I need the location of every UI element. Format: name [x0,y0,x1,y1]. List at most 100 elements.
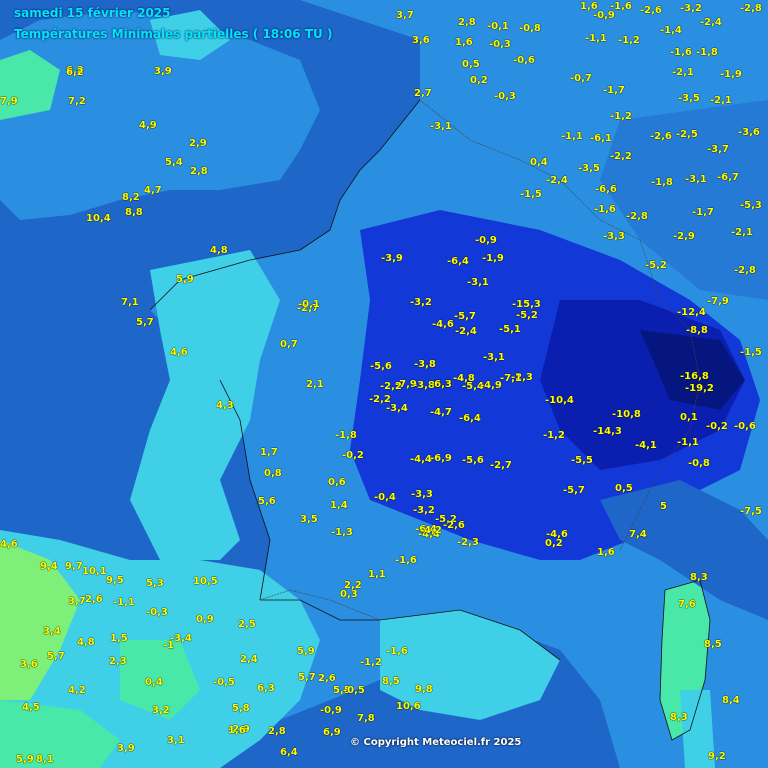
station-temperature: 4,9 [139,120,157,131]
station-temperature: -6,9 [430,453,452,464]
station-temperature: 2,7 [414,88,432,99]
station-temperature: 0,3 [340,589,358,600]
station-temperature: 2,6 [318,673,336,684]
station-temperature: -2,4 [455,326,477,337]
station-temperature: 0,7 [280,339,298,350]
station-temperature: -2,4 [546,175,568,186]
station-temperature: 9,2 [708,751,726,762]
map-title: samedi 15 février 2025 [14,6,171,20]
station-temperature: 8,5 [704,639,722,650]
station-temperature: 4,6 [0,539,18,550]
station-temperature: -5,3 [740,200,762,211]
station-temperature: -3,1 [430,121,452,132]
station-temperature: -1 [163,640,175,651]
station-temperature: -5,1 [499,324,521,335]
station-temperature: -2,8 [626,211,648,222]
station-temperature: -1,7 [692,207,714,218]
station-temperature: 1,5 [110,633,128,644]
station-temperature: -3,3 [411,489,433,500]
station-temperature: 0,9 [196,614,214,625]
station-temperature: -4,4 [410,454,432,465]
station-temperature: -1,4 [660,25,682,36]
station-temperature: -3,1 [467,277,489,288]
station-temperature: 4,8 [210,245,228,256]
station-temperature: -0,2 [706,421,728,432]
station-temperature: -6,3 [430,379,452,390]
station-temperature: -6,1 [590,133,612,144]
station-temperature: -2,6 [443,520,465,531]
copyright: © Copyright Meteociel.fr 2025 [350,737,522,748]
station-temperature: -1,1 [113,597,135,608]
station-temperature: 1,7 [260,447,278,458]
station-temperature: -7,9 [707,296,729,307]
station-temperature: -1,1 [585,33,607,44]
station-temperature: 2,2 [344,580,362,591]
station-temperature: -5,6 [370,361,392,372]
station-temperature: -1,6 [386,646,408,657]
station-temperature: 8,4 [722,695,740,706]
station-temperature: -2,4 [700,17,722,28]
station-temperature: -3,1 [685,174,707,185]
station-temperature: -0,9 [320,705,342,716]
station-temperature: 4,5 [22,702,40,713]
station-temperature: 0,2 [470,75,488,86]
station-temperature: 6,2 [66,67,84,78]
station-temperature: 1,1 [368,569,386,580]
station-temperature: -0,5 [343,685,365,696]
station-temperature: -8,8 [686,325,708,336]
station-temperature: -5,5 [571,455,593,466]
station-temperature: -3,3 [603,231,625,242]
station-temperature: 5,7 [136,317,154,328]
station-temperature: -0,3 [146,607,168,618]
station-temperature: -0,1 [298,299,320,310]
station-temperature: -3,1 [483,352,505,363]
station-temperature: -4,2 [420,525,442,536]
station-temperature: -1,6 [395,555,417,566]
station-temperature: 10,5 [193,576,218,587]
station-temperature: -3,2 [680,3,702,14]
station-temperature: 8,2 [122,192,140,203]
station-temperature: 8,1 [36,754,54,765]
station-temperature: 5,9 [297,646,315,657]
station-temperature: 8,8 [125,207,143,218]
station-temperature: 3,6 [20,659,38,670]
station-temperature: 2,6 [85,594,103,605]
station-temperature: 3,7 [68,596,86,607]
station-temperature: 2,5 [238,619,256,630]
station-temperature: -5,7 [563,485,585,496]
station-temperature: -2,7 [490,460,512,471]
station-temperature: 1,6 [228,725,246,736]
station-temperature: -6,7 [717,172,739,183]
station-temperature: -6,4 [459,413,481,424]
station-temperature: -2,2 [380,381,402,392]
station-temperature: 7,1 [121,297,139,308]
station-temperature: -1,2 [618,35,640,46]
station-temperature: 4,6 [170,347,188,358]
station-temperature: 10,4 [86,213,111,224]
station-temperature: 3,9 [117,743,135,754]
station-temperature: -3,5 [578,163,600,174]
station-temperature: 5,3 [146,578,164,589]
station-temperature: 2,8 [458,17,476,28]
station-temperature: -1,8 [651,177,673,188]
map-subtitle: Températures Minimales partielles ( 18:0… [14,27,333,41]
station-temperature: 4,8 [77,637,95,648]
station-temperature: 7,2 [68,96,86,107]
station-temperature: 2,9 [189,138,207,149]
station-temperature: 3,1 [167,735,185,746]
station-temperature: 7,8 [357,713,375,724]
station-temperature: -2,6 [640,5,662,16]
station-temperature: -2,1 [731,227,753,238]
station-temperature: -1,8 [696,47,718,58]
station-temperature: -1,9 [720,69,742,80]
station-temperature: -1,3 [331,527,353,538]
station-temperature: -2,5 [676,129,698,140]
station-temperature: -0,6 [513,55,535,66]
station-temperature: -3,7 [707,144,729,155]
station-temperature: -14,3 [593,426,622,437]
station-temperature: 0,2 [545,538,563,549]
station-temperature: 5,8 [232,703,250,714]
station-temperature: 3,9 [154,66,172,77]
station-temperature: 0,5 [615,483,633,494]
station-temperature: -0,6 [734,421,756,432]
